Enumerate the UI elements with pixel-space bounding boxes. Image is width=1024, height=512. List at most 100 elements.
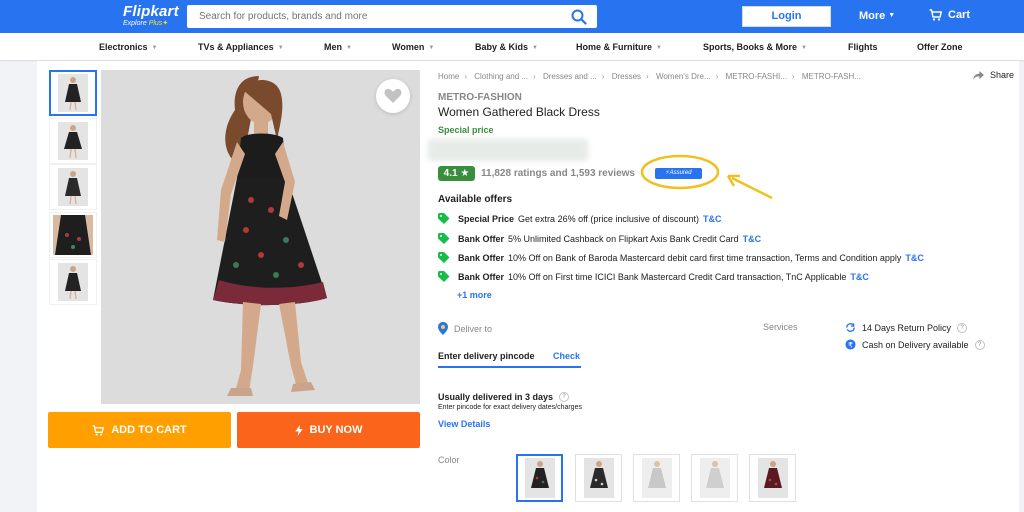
dress-swatch-image bbox=[699, 458, 730, 498]
terms-link[interactable]: T&C bbox=[703, 214, 722, 224]
category-tvs-appliances[interactable]: TVs & Appliances ▼ bbox=[198, 42, 284, 52]
assured-badge: ⚡Assured bbox=[655, 168, 702, 179]
category-home-furniture[interactable]: Home & Furniture ▼ bbox=[576, 42, 662, 52]
breadcrumb: Home › Clothing and ... › Dresses and ... ›… bbox=[438, 72, 861, 81]
offer-item: Special Price Get extra 26% off (price in… bbox=[438, 213, 721, 224]
cart-button[interactable]: Cart bbox=[929, 9, 970, 21]
help-icon[interactable]: ? bbox=[957, 322, 968, 333]
thumbnail-5[interactable] bbox=[49, 259, 97, 305]
breadcrumb-item[interactable]: Clothing and ... bbox=[474, 72, 528, 81]
wishlist-button[interactable] bbox=[376, 79, 410, 113]
share-icon bbox=[973, 70, 984, 80]
service-cash-on-delivery: ₹ Cash on Delivery available? bbox=[845, 339, 985, 350]
help-icon[interactable]: ? bbox=[559, 392, 570, 402]
cart-icon bbox=[92, 424, 105, 436]
more-menu[interactable]: More ▼ bbox=[859, 10, 895, 22]
login-button[interactable]: Login bbox=[742, 6, 831, 27]
view-details-link[interactable]: View Details bbox=[438, 419, 490, 429]
chevron-down-icon: ▼ bbox=[801, 45, 807, 51]
location-pin-icon bbox=[438, 322, 448, 335]
category-electronics[interactable]: Electronics ▼ bbox=[99, 42, 157, 52]
blurred-price bbox=[428, 139, 588, 161]
pincode-field: Check bbox=[438, 346, 581, 368]
breadcrumb-item[interactable]: Dresses bbox=[612, 72, 641, 81]
color-swatch-5[interactable] bbox=[749, 454, 796, 502]
chevron-down-icon: ▼ bbox=[151, 45, 158, 51]
cash-icon: ₹ bbox=[845, 339, 856, 350]
share-button[interactable]: Share bbox=[973, 70, 1014, 80]
breadcrumb-item[interactable]: METRO-FASH... bbox=[802, 72, 861, 81]
pincode-input[interactable] bbox=[438, 346, 542, 366]
color-swatch-4[interactable] bbox=[691, 454, 738, 502]
top-navigation-bar: Flipkart Explore Plus✦ Login More▼ Cart bbox=[0, 0, 1024, 33]
ratings-reviews-count[interactable]: 11,828 ratings and 1,593 reviews bbox=[481, 168, 635, 179]
category-flights[interactable]: Flights bbox=[848, 42, 878, 52]
color-label: Color bbox=[438, 455, 460, 465]
breadcrumb-item[interactable]: Women's Dre... bbox=[656, 72, 711, 81]
breadcrumb-item[interactable]: Dresses and ... bbox=[543, 72, 597, 81]
rating-badge[interactable]: 4.1 ★ bbox=[438, 166, 475, 181]
flipkart-logo[interactable]: Flipkart Explore Plus✦ bbox=[123, 4, 179, 28]
star-icon: ★ bbox=[460, 168, 470, 179]
services-label: Services bbox=[763, 322, 798, 332]
dress-thumbnail-image bbox=[58, 74, 88, 112]
color-swatch-2[interactable] bbox=[575, 454, 622, 502]
dress-swatch-image bbox=[641, 458, 672, 498]
dress-model-image bbox=[101, 70, 420, 404]
category-men[interactable]: Men ▼ bbox=[324, 42, 352, 52]
breadcrumb-item[interactable]: METRO-FASHI... bbox=[726, 72, 787, 81]
category-offer-zone[interactable]: Offer Zone bbox=[917, 42, 963, 52]
return-icon bbox=[846, 323, 855, 332]
breadcrumb-item[interactable]: Home bbox=[438, 72, 459, 81]
chevron-down-icon: ▼ bbox=[346, 45, 352, 51]
dress-swatch-image bbox=[583, 458, 614, 498]
color-swatch-3[interactable] bbox=[633, 454, 680, 502]
chevron-down-icon: ▼ bbox=[888, 12, 896, 19]
dress-thumbnail-image bbox=[58, 263, 88, 301]
dress-swatch-image bbox=[524, 458, 555, 498]
terms-link[interactable]: T&C bbox=[850, 272, 869, 282]
add-to-cart-button[interactable]: ADD TO CART bbox=[48, 412, 231, 448]
terms-link[interactable]: T&C bbox=[743, 234, 762, 244]
buy-now-button[interactable]: BUY NOW bbox=[237, 412, 420, 448]
terms-link[interactable]: T&C bbox=[905, 253, 924, 263]
color-swatch-1[interactable] bbox=[516, 454, 563, 502]
cart-icon bbox=[929, 9, 942, 21]
category-sports-books[interactable]: Sports, Books & More ▼ bbox=[703, 42, 807, 52]
category-bar: Electronics ▼ TVs & Appliances ▼ Men ▼ Wome… bbox=[0, 33, 1024, 60]
category-baby-kids[interactable]: Baby & Kids ▼ bbox=[475, 42, 538, 52]
help-icon[interactable]: ? bbox=[974, 339, 985, 350]
thumbnail-3[interactable] bbox=[49, 164, 97, 210]
product-title: Women Gathered Black Dress bbox=[438, 105, 600, 119]
check-pincode-button[interactable]: Check bbox=[553, 351, 580, 361]
delivery-note: Enter pincode for exact delivery dates/c… bbox=[438, 404, 582, 411]
dress-thumbnail-image bbox=[58, 122, 88, 160]
product-brand: METRO-FASHION bbox=[438, 92, 522, 103]
offer-tag-icon bbox=[438, 252, 450, 263]
deliver-to-label: Deliver to bbox=[438, 322, 492, 335]
thumbnail-4[interactable] bbox=[49, 212, 97, 258]
logo-name: Flipkart bbox=[123, 3, 179, 20]
search-icon[interactable] bbox=[571, 9, 587, 25]
offer-tag-icon bbox=[438, 233, 450, 244]
search-bar bbox=[187, 5, 597, 28]
offer-tag-icon bbox=[438, 271, 450, 282]
chevron-down-icon: ▼ bbox=[277, 45, 284, 51]
delivery-estimate: Usually delivered in 3 days? bbox=[438, 392, 570, 402]
thumbnail-2[interactable] bbox=[49, 118, 97, 164]
chevron-down-icon: ▼ bbox=[656, 45, 662, 51]
logo-subtitle: Explore Plus✦ bbox=[123, 20, 169, 27]
available-offers-title: Available offers bbox=[438, 194, 513, 205]
offer-item: Bank Offer 10% Off on Bank of Baroda Mast… bbox=[438, 252, 924, 263]
offer-item: Bank Offer 5% Unlimited Cashback on Flipk… bbox=[438, 233, 761, 244]
service-return-policy: 14 Days Return Policy? bbox=[845, 322, 968, 333]
dress-swatch-image bbox=[757, 458, 788, 498]
more-offers-link[interactable]: +1 more bbox=[457, 290, 492, 300]
dress-thumbnail-image bbox=[58, 168, 88, 206]
main-product-image[interactable] bbox=[101, 70, 420, 404]
chevron-down-icon: ▼ bbox=[532, 45, 538, 51]
category-women[interactable]: Women ▼ bbox=[392, 42, 434, 52]
offer-tag-icon bbox=[438, 213, 450, 224]
thumbnail-1[interactable] bbox=[49, 70, 97, 116]
search-input[interactable] bbox=[187, 5, 557, 28]
